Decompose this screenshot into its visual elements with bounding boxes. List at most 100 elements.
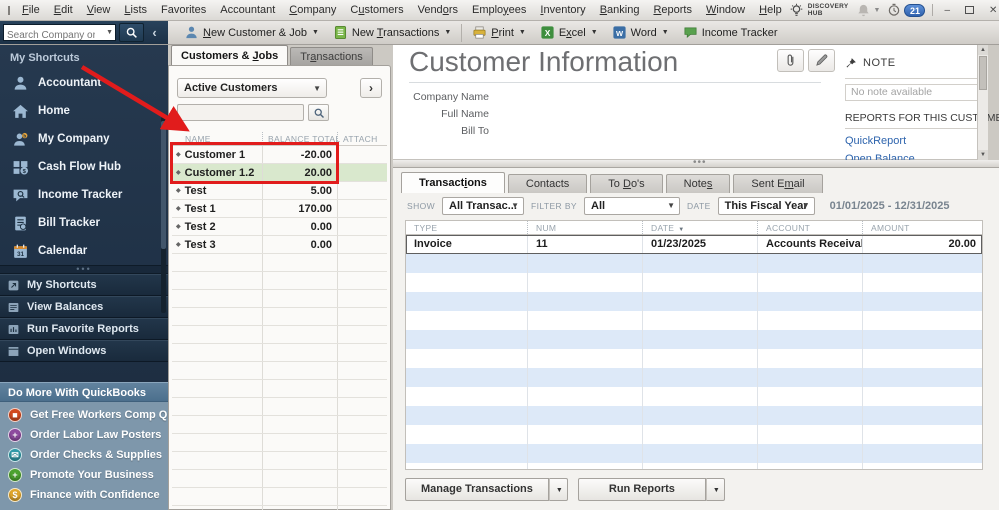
sidebar-splitter[interactable]: •••	[0, 265, 168, 274]
sidebar-item-home[interactable]: Home	[0, 97, 168, 125]
do-more-item-finance-with-confidence[interactable]: $ Finance with Confidence	[0, 485, 168, 505]
sidebar-nav-run-favorite-reports[interactable]: Run Favorite Reports	[0, 318, 168, 340]
sidebar-scrollbar[interactable]	[161, 117, 166, 313]
note-placeholder[interactable]: No note available	[845, 84, 979, 101]
menu-item-edit[interactable]: Edit	[47, 0, 80, 21]
customer-row[interactable]: ◆ Test 1 170.00	[172, 200, 387, 218]
messages-button[interactable]: ▼	[856, 3, 880, 18]
manage-transactions-button[interactable]: Manage Transactions	[405, 478, 549, 501]
menu-bar: File Edit View Lists Favorites Accountant Comp…	[0, 0, 999, 21]
menu-item-company[interactable]: Company	[282, 0, 343, 21]
menu-item-customers[interactable]: Customers	[343, 0, 410, 21]
chevron-down-icon[interactable]: ▼	[444, 29, 451, 36]
discovery-hub-button[interactable]: DISCOVERY HUB	[789, 3, 849, 18]
menu-item-banking[interactable]: Banking	[593, 0, 647, 21]
toolbar-button-income-tracker[interactable]: Income Tracker	[676, 22, 785, 44]
search-button[interactable]	[119, 23, 144, 42]
toolbar-button-excel[interactable]: X Excel ▼	[533, 22, 605, 44]
search-dropdown-icon[interactable]: ▼	[106, 29, 113, 36]
column-header-attach[interactable]: ATTACH	[337, 132, 387, 145]
customer-filter-dropdown[interactable]: Active Customers ▼	[177, 78, 327, 98]
tab-contacts[interactable]: Contacts	[507, 174, 588, 193]
column-header-amount[interactable]: AMOUNT	[862, 221, 982, 234]
toolbar-button-word[interactable]: W Word ▼	[605, 22, 676, 44]
menu-item-file[interactable]: File	[15, 0, 47, 21]
toolbar-button-new-customer-job[interactable]: New Customer & Job ▼	[177, 22, 326, 44]
menu-item-favorites[interactable]: Favorites	[154, 0, 213, 21]
sidebar-nav-view-balances[interactable]: View Balances	[0, 296, 168, 318]
customer-row[interactable]: ◆ Customer 1 -20.00	[172, 146, 387, 164]
menu-item-vendors[interactable]: Vendors	[411, 0, 465, 21]
column-header-type[interactable]: TYPE	[406, 221, 527, 234]
chevron-down-icon[interactable]: ▼	[312, 29, 319, 36]
column-header-num[interactable]: NUM	[527, 221, 642, 234]
toolbar-button-print[interactable]: Print ▼	[465, 22, 533, 44]
sidebar-item-my-company[interactable]: b My Company	[0, 125, 168, 153]
tab-customers-jobs[interactable]: Customers & Jobs	[171, 45, 289, 65]
vertical-scrollbar[interactable]: ▲ ▼	[977, 45, 988, 160]
sidebar-item-accountant[interactable]: Accountant	[0, 69, 168, 97]
menu-item-inventory[interactable]: Inventory	[533, 0, 592, 21]
report-link-quickreport[interactable]: QuickReport	[845, 135, 906, 147]
close-button[interactable]: ✕	[985, 0, 999, 21]
manage-transactions-dropdown[interactable]: ▼	[548, 478, 568, 501]
tab-notes[interactable]: Notes	[665, 174, 731, 193]
edit-customer-button[interactable]	[808, 49, 835, 72]
reminders-button[interactable]: 21	[887, 3, 926, 17]
chevron-down-icon[interactable]: ▼	[591, 29, 598, 36]
sidebar-item-income-tracker[interactable]: Income Tracker	[0, 181, 168, 209]
scroll-up-icon[interactable]: ▲	[978, 45, 988, 55]
customer-row[interactable]: ◆ Test 3 0.00	[172, 236, 387, 254]
show-dropdown[interactable]: All Transac... ▼	[442, 197, 525, 215]
chevron-down-icon[interactable]: ▼	[519, 29, 526, 36]
menu-item-window[interactable]: Window	[699, 0, 752, 21]
run-reports-dropdown[interactable]: ▼	[705, 478, 725, 501]
search-input[interactable]	[4, 29, 98, 42]
transaction-row[interactable]: Invoice 1101/23/2025Accounts Receivable20…	[406, 235, 982, 254]
customer-search-input[interactable]	[177, 104, 304, 121]
sidebar-nav-open-windows[interactable]: Open Windows	[0, 340, 168, 362]
menu-item-reports[interactable]: Reports	[646, 0, 699, 21]
tab-to-do-s[interactable]: To Do's	[590, 174, 663, 193]
do-more-item-order-labor-law-posters[interactable]: + Order Labor Law Posters	[0, 425, 168, 445]
customer-list-header: NAME BALANCE TOTAL ATTACH	[172, 132, 387, 146]
menu-item-help[interactable]: Help	[752, 0, 789, 21]
column-header-name[interactable]: NAME	[172, 134, 262, 144]
restore-button[interactable]	[965, 6, 975, 14]
menu-item-lists[interactable]: Lists	[117, 0, 154, 21]
menu-item-employees[interactable]: Employees	[465, 0, 533, 21]
column-header-date[interactable]: DATE ▼	[642, 221, 757, 234]
run-reports-button[interactable]: Run Reports	[577, 478, 706, 501]
minimize-button[interactable]: –	[940, 0, 954, 21]
scrollbar-thumb[interactable]	[979, 56, 987, 90]
scroll-down-icon[interactable]: ▼	[978, 150, 988, 160]
pane-splitter[interactable]: •••	[393, 157, 999, 168]
column-header-account[interactable]: ACCOUNT	[757, 221, 862, 234]
toolbar-button-new-transactions[interactable]: New Transactions ▼	[326, 22, 458, 44]
customer-row[interactable]: ◆ Customer 1.2 20.00	[172, 164, 387, 182]
sidebar-nav-my-shortcuts[interactable]: My Shortcuts	[0, 274, 168, 296]
tab-sent-email[interactable]: Sent Email	[733, 174, 823, 193]
expand-panel-button[interactable]: ›	[360, 78, 382, 98]
tab-transactions[interactable]: Transactions	[290, 47, 373, 65]
sidebar-item-calendar[interactable]: 31 Calendar	[0, 237, 168, 265]
chevron-down-icon[interactable]: ▼	[662, 29, 669, 36]
sidebar-item-cash-flow-hub[interactable]: $ Cash Flow Hub	[0, 153, 168, 181]
tab-transactions[interactable]: Transactions	[401, 172, 505, 193]
do-more-item-get-free-workers-comp-quote[interactable]: ■ Get Free Workers Comp Quote	[0, 405, 191, 425]
filter-by-dropdown[interactable]: All ▼	[584, 197, 680, 215]
customer-search-button[interactable]	[308, 104, 329, 121]
column-header-balance-total[interactable]: BALANCE TOTAL	[262, 132, 340, 145]
collapse-sidebar-icon[interactable]: ‹	[147, 22, 162, 44]
date-range-text: 01/01/2025 - 12/31/2025	[829, 200, 950, 212]
do-more-item-order-checks-supplies[interactable]: ✉ Order Checks & Supplies	[0, 445, 168, 465]
menu-item-view[interactable]: View	[80, 0, 118, 21]
customer-row[interactable]: ◆ Test 5.00	[172, 182, 387, 200]
scrollbar-thumb[interactable]	[161, 121, 166, 249]
customer-row[interactable]: ◆ Test 2 0.00	[172, 218, 387, 236]
attach-file-button[interactable]	[777, 49, 804, 72]
sidebar-item-bill-tracker[interactable]: Bill Tracker	[0, 209, 168, 237]
do-more-item-promote-your-business[interactable]: + Promote Your Business	[0, 465, 168, 485]
date-dropdown[interactable]: This Fiscal Year ▼	[717, 197, 815, 215]
menu-item-accountant[interactable]: Accountant	[213, 0, 282, 21]
